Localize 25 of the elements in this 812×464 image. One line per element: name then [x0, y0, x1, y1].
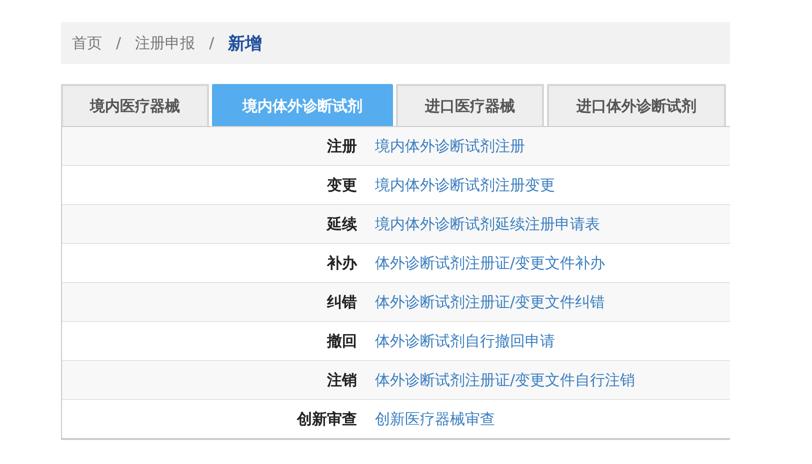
tab[interactable]: 境内医疗器械 [61, 84, 209, 126]
row-label: 撤回 [326, 332, 357, 350]
breadcrumb-separator: / [116, 34, 122, 52]
tab[interactable]: 进口医疗器械 [396, 84, 544, 126]
form-link[interactable]: 境内体外诊断试剂注册 [375, 136, 525, 156]
tab[interactable]: 境内体外诊断试剂 [212, 84, 393, 126]
row-label: 注销 [326, 370, 357, 390]
breadcrumb-link[interactable]: 新增 [228, 32, 262, 54]
breadcrumb-separator: / [209, 34, 214, 52]
form-link[interactable]: 创新医疗器械审查 [375, 410, 495, 428]
form-link[interactable]: 体外诊断试剂注册证/变更文件自行注销 [375, 370, 636, 390]
tab[interactable]: 进口体外诊断试剂 [547, 84, 726, 126]
row-label: 注册 [326, 136, 357, 156]
row-label: 变更 [326, 176, 357, 194]
row-label: 延续 [325, 214, 357, 234]
row-label: 创新审查 [296, 410, 357, 428]
row-label: 纠错 [326, 292, 357, 312]
form-link[interactable]: 体外诊断试剂自行撤回申请 [375, 332, 555, 350]
form-link[interactable]: 体外诊断试剂注册证/变更文件纠错 [375, 292, 606, 312]
form-link[interactable]: 体外诊断试剂注册证/变更文件补办 [375, 254, 606, 272]
breadcrumb-link[interactable]: 首页 [72, 34, 102, 52]
breadcrumb-link[interactable]: 注册申报 [135, 34, 196, 52]
form-link[interactable]: 境内体外诊断试剂注册变更 [375, 176, 555, 194]
form-link[interactable]: 境内体外诊断试剂延续注册申请表 [375, 214, 600, 234]
row-label: 补办 [326, 254, 357, 272]
